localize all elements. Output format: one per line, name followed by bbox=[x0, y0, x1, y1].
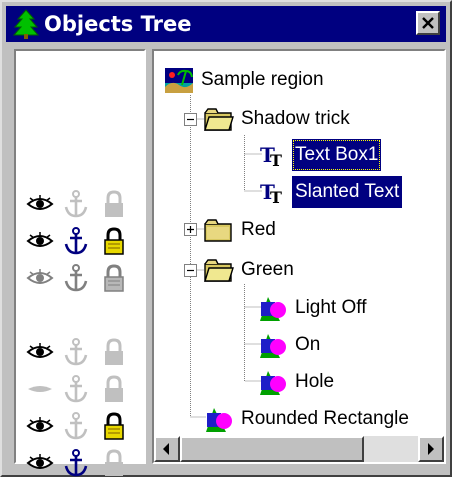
shape-icon bbox=[258, 330, 288, 360]
tree-node-label: Light Off bbox=[295, 297, 367, 318]
close-button[interactable] bbox=[416, 11, 440, 35]
status-row-light-off bbox=[16, 334, 144, 370]
anchor-icon[interactable] bbox=[62, 337, 90, 367]
folder-icon bbox=[204, 255, 234, 285]
tree-node-label: Text Box1 bbox=[292, 139, 382, 171]
objects-tree-view[interactable]: Sample region Shadow trick TT Text Box1 … bbox=[152, 49, 446, 464]
eye-closed-icon[interactable] bbox=[26, 374, 54, 404]
objects-tree-window: Objects Tree Sample region Shadow trick … bbox=[0, 0, 452, 477]
expand-red-toggle[interactable] bbox=[184, 223, 197, 236]
text-icon: TT bbox=[258, 177, 288, 207]
tree-node-label: Rounded Rectangle bbox=[241, 408, 409, 429]
lock-icon[interactable] bbox=[100, 374, 128, 404]
tree-node-label: On bbox=[295, 334, 321, 355]
anchor-icon[interactable] bbox=[62, 226, 90, 256]
status-row-on bbox=[16, 371, 144, 407]
title-bar[interactable]: Objects Tree bbox=[6, 6, 446, 42]
status-row-rounded-rectangle bbox=[16, 445, 144, 481]
svg-text:T: T bbox=[270, 188, 282, 207]
status-row-text-box1 bbox=[16, 186, 144, 222]
eye-icon[interactable] bbox=[26, 411, 54, 441]
eye-icon[interactable] bbox=[26, 226, 54, 256]
shape-icon bbox=[258, 367, 288, 397]
eye-icon[interactable] bbox=[26, 337, 54, 367]
anchor-icon[interactable] bbox=[62, 374, 90, 404]
lock-icon[interactable] bbox=[100, 448, 128, 478]
scroll-thumb[interactable] bbox=[180, 436, 364, 462]
tree-node-label: Slanted Text bbox=[292, 176, 403, 208]
scroll-right-button[interactable] bbox=[418, 436, 444, 462]
region-icon bbox=[164, 65, 194, 95]
folder-icon bbox=[204, 104, 234, 134]
tree-icon bbox=[12, 9, 40, 39]
collapse-green-toggle[interactable] bbox=[184, 264, 197, 277]
tree-node-label: Shadow trick bbox=[241, 108, 350, 129]
anchor-icon[interactable] bbox=[62, 189, 90, 219]
lock-icon[interactable] bbox=[100, 411, 128, 441]
horizontal-scrollbar[interactable] bbox=[154, 436, 444, 462]
shape-icon bbox=[204, 404, 234, 434]
lock-icon[interactable] bbox=[100, 226, 128, 256]
eye-icon[interactable] bbox=[26, 448, 54, 478]
lock-icon[interactable] bbox=[100, 263, 128, 293]
window-title: Objects Tree bbox=[44, 12, 192, 36]
tree-node-label: Sample region bbox=[201, 69, 324, 90]
text-icon: TT bbox=[258, 140, 288, 170]
status-row-red bbox=[16, 260, 144, 296]
svg-text:T: T bbox=[270, 151, 282, 170]
anchor-icon[interactable] bbox=[62, 411, 90, 441]
eye-icon[interactable] bbox=[26, 189, 54, 219]
lock-icon[interactable] bbox=[100, 189, 128, 219]
anchor-icon[interactable] bbox=[62, 263, 90, 293]
eye-icon[interactable] bbox=[26, 263, 54, 293]
status-row-slanted-text bbox=[16, 223, 144, 259]
arrow-left-icon bbox=[163, 443, 169, 455]
collapse-shadow-trick-toggle[interactable] bbox=[184, 113, 197, 126]
lock-icon[interactable] bbox=[100, 337, 128, 367]
arrow-right-icon bbox=[428, 443, 434, 455]
anchor-icon[interactable] bbox=[62, 448, 90, 478]
tree-node-label: Green bbox=[241, 259, 294, 280]
shape-icon bbox=[258, 293, 288, 323]
folder-icon bbox=[204, 215, 234, 245]
tree-node-label: Red bbox=[241, 219, 276, 240]
status-row-hole bbox=[16, 408, 144, 444]
scroll-left-button[interactable] bbox=[154, 436, 180, 462]
tree-node-label: Hole bbox=[295, 371, 335, 392]
object-status-pane bbox=[14, 49, 146, 477]
